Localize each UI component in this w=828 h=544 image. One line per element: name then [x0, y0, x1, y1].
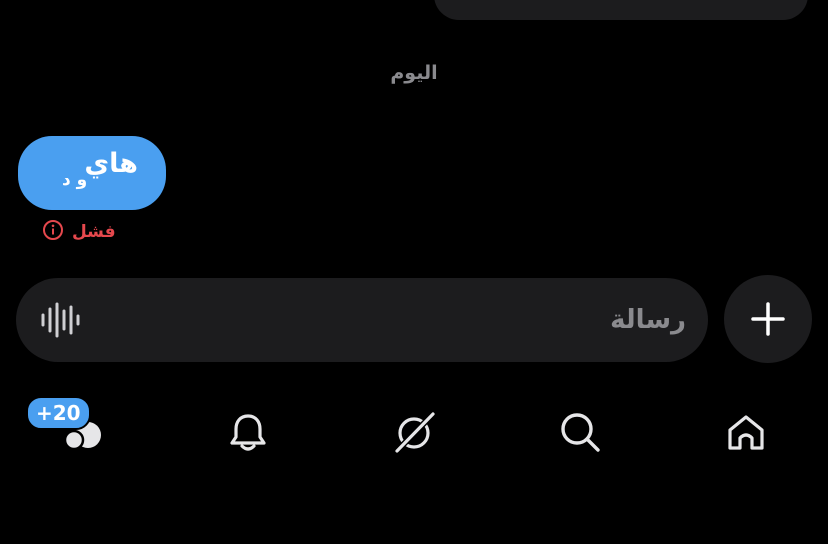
- nav-search[interactable]: [550, 402, 606, 458]
- home-icon: [728, 415, 764, 450]
- chat-screen: اليوم هاي و د فشل رسالة +20: [0, 0, 828, 544]
- search-icon: [561, 413, 600, 452]
- failed-label: فشل: [72, 222, 116, 242]
- waveform-icon[interactable]: [38, 298, 82, 342]
- nav-notifications[interactable]: [218, 402, 274, 458]
- nav-home[interactable]: [716, 402, 772, 458]
- message-meta: و د: [62, 170, 88, 190]
- message-composer: [16, 278, 708, 362]
- info-icon: [42, 219, 64, 245]
- bell-icon: [230, 414, 266, 451]
- nav-grok[interactable]: [384, 402, 440, 458]
- bottom-navigation: [0, 390, 828, 470]
- date-separator: اليوم: [390, 62, 438, 84]
- messages-badge: +20: [26, 396, 91, 430]
- add-attachment-button[interactable]: [724, 275, 812, 363]
- message-failed-status[interactable]: فشل: [42, 220, 116, 244]
- sent-message-bubble[interactable]: هاي و د: [18, 136, 166, 210]
- message-input[interactable]: [126, 278, 686, 362]
- plus-icon: [751, 302, 785, 336]
- previous-message-bubble[interactable]: [434, 0, 808, 20]
- message-text: هاي: [84, 148, 138, 179]
- grok-icon: [393, 410, 436, 454]
